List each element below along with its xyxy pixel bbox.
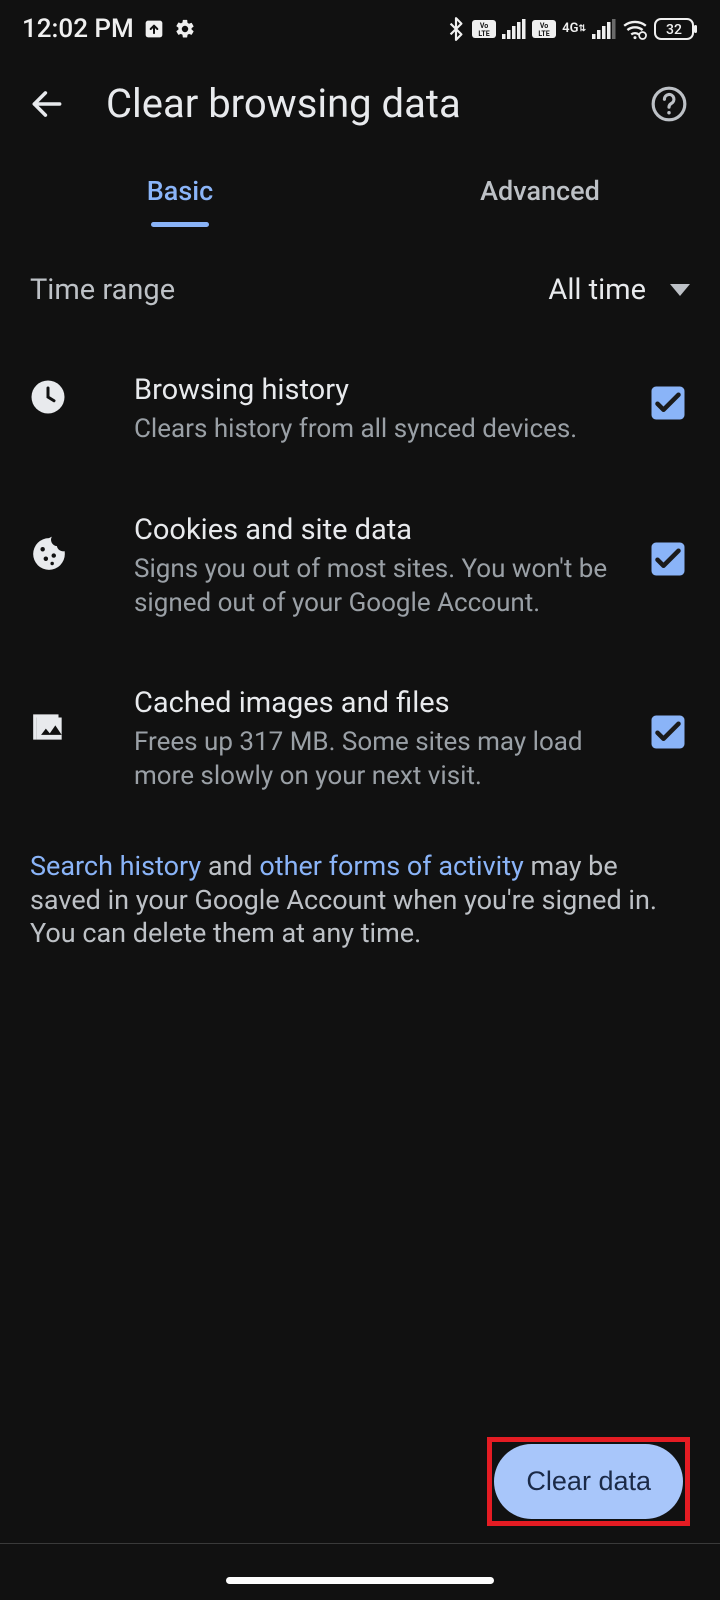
tab-advanced-label: Advanced [480, 175, 600, 207]
item-cookies[interactable]: Cookies and site data Signs you out of m… [0, 473, 720, 647]
settings-status-icon [174, 18, 196, 40]
item-title: Cookies and site data [134, 513, 630, 547]
dropdown-arrow-icon [670, 284, 690, 296]
bluetooth-icon [446, 16, 466, 42]
time-range-label: Time range [30, 273, 175, 307]
item-title: Cached images and files [134, 686, 630, 720]
nav-gesture-bar[interactable] [226, 1577, 494, 1584]
item-subtitle: Frees up 317 MB. Some sites may load mor… [134, 726, 630, 794]
image-stack-icon [30, 686, 84, 746]
item-cached-images[interactable]: Cached images and files Frees up 317 MB.… [0, 646, 720, 820]
clear-data-button[interactable]: Clear data [494, 1444, 683, 1519]
status-left: 12:02 PM [22, 14, 196, 44]
network-4g-icon: 4G⇅ [562, 23, 586, 35]
svg-text:LTE: LTE [539, 30, 550, 38]
status-bar: 12:02 PM VoLTE VoLTE 4G⇅ 32 [0, 0, 720, 58]
item-subtitle: Clears history from all synced devices. [134, 413, 630, 447]
svg-text:Vo: Vo [480, 22, 488, 30]
item-subtitle: Signs you out of most sites. You won't b… [134, 553, 630, 621]
volte-icon-1: VoLTE [472, 20, 496, 38]
status-time: 12:02 PM [22, 14, 134, 44]
time-range-value: All time [548, 273, 646, 307]
checkbox-cached-images[interactable] [650, 686, 690, 750]
item-browsing-history[interactable]: Browsing history Clears history from all… [0, 347, 720, 473]
upload-icon [144, 19, 164, 39]
search-history-link[interactable]: Search history [30, 850, 201, 882]
back-button[interactable] [28, 85, 66, 123]
cookie-icon [30, 513, 84, 573]
time-range-row[interactable]: Time range All time [0, 227, 720, 347]
checkbox-cookies[interactable] [650, 513, 690, 577]
item-title: Browsing history [134, 373, 630, 407]
page-title: Clear browsing data [106, 80, 650, 127]
wifi-icon [622, 18, 648, 40]
bottom-divider [0, 1543, 720, 1544]
clock-icon [30, 373, 84, 415]
svg-text:32: 32 [666, 22, 682, 38]
tab-active-indicator [151, 222, 209, 227]
checkbox-browsing-history[interactable] [650, 373, 690, 421]
other-activity-link[interactable]: other forms of activity [259, 850, 523, 882]
tab-basic[interactable]: Basic [0, 175, 360, 227]
svg-text:LTE: LTE [479, 30, 490, 38]
footer-text-1: and [201, 850, 259, 882]
clear-data-highlight: Clear data [487, 1437, 690, 1526]
signal-icon-2 [592, 19, 616, 39]
time-range-dropdown[interactable]: All time [548, 273, 690, 307]
header: Clear browsing data [0, 58, 720, 149]
battery-icon: 32 [654, 18, 698, 40]
signal-icon-1 [502, 19, 526, 39]
footer-note: Search history and other forms of activi… [0, 820, 720, 981]
volte-icon-2: VoLTE [532, 20, 556, 38]
tab-advanced[interactable]: Advanced [360, 175, 720, 227]
help-button[interactable] [650, 85, 688, 123]
tabs: Basic Advanced [0, 175, 720, 227]
status-right: VoLTE VoLTE 4G⇅ 32 [446, 16, 698, 42]
tab-basic-label: Basic [147, 175, 213, 207]
svg-text:Vo: Vo [540, 22, 548, 30]
